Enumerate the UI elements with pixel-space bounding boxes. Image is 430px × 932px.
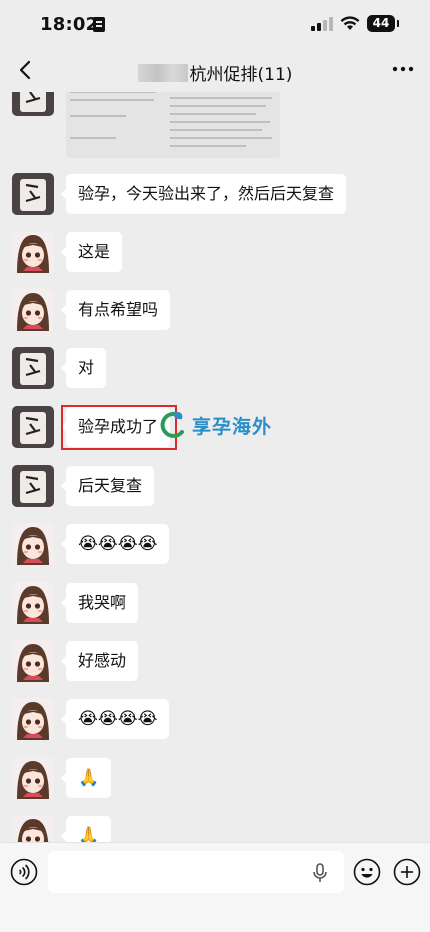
message-bubble[interactable]: 有点希望吗: [60, 290, 171, 330]
message-bubble[interactable]: 对: [60, 348, 107, 388]
avatar[interactable]: [12, 640, 54, 682]
avatar[interactable]: [12, 231, 54, 273]
chat-title: 杭州促排(11): [189, 65, 293, 85]
avatar[interactable]: [12, 406, 54, 448]
avatar[interactable]: [12, 289, 54, 331]
avatar[interactable]: [12, 582, 54, 624]
lab-report-image[interactable]: [66, 92, 280, 158]
battery-indicator: 44: [367, 15, 399, 32]
avatar[interactable]: [12, 523, 54, 565]
message-bubble[interactable]: 🙏: [60, 816, 112, 842]
status-bar: 18:02 44: [0, 0, 430, 48]
status-time: 18:02: [40, 14, 99, 35]
avatar[interactable]: [12, 92, 54, 116]
avatar[interactable]: [12, 173, 54, 215]
wifi-icon: [340, 16, 360, 30]
add-attachment-icon[interactable]: [393, 858, 421, 886]
message-bubble[interactable]: 好感动: [60, 641, 139, 681]
chat-header: 杭州促排(11): [0, 48, 430, 92]
message-bubble[interactable]: 🙏: [60, 758, 112, 798]
blurred-name: [137, 64, 188, 82]
avatar[interactable]: [12, 815, 54, 842]
avatar[interactable]: [12, 757, 54, 799]
chat-title-area: 杭州促排(11): [0, 60, 430, 85]
emoji-icon[interactable]: [353, 858, 381, 886]
message-bubble[interactable]: 😭😭😭😭: [60, 699, 170, 739]
voice-mode-icon[interactable]: [10, 858, 38, 886]
message-bubble[interactable]: 这是: [60, 232, 123, 272]
message-bubble[interactable]: 验孕，今天验出来了，然后后天复查: [60, 174, 347, 214]
chat-messages[interactable]: 验孕，今天验出来了，然后后天复查 这是 有点希望吗 对 验孕成功了 后天复查 😭…: [0, 92, 430, 842]
input-bar: [0, 842, 430, 932]
microphone-icon[interactable]: [312, 863, 328, 883]
more-options-icon[interactable]: [392, 66, 414, 72]
avatar[interactable]: [12, 465, 54, 507]
avatar[interactable]: [12, 347, 54, 389]
watermark: 享孕海外: [158, 410, 271, 440]
message-bubble[interactable]: 我哭啊: [60, 583, 139, 623]
cellular-signal-icon: [311, 17, 333, 31]
message-input[interactable]: [48, 851, 344, 893]
orientation-lock-icon: [93, 17, 105, 32]
message-bubble[interactable]: 😭😭😭😭: [60, 524, 170, 564]
avatar[interactable]: [12, 698, 54, 740]
watermark-text: 享孕海外: [192, 416, 273, 438]
message-bubble[interactable]: 后天复查: [60, 466, 155, 506]
watermark-logo-icon: [160, 411, 184, 438]
